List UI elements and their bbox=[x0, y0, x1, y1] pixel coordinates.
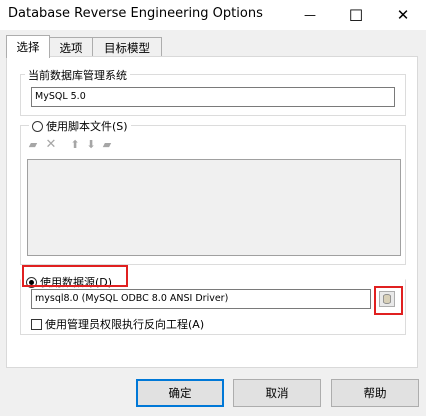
cancel-button[interactable]: 取消 bbox=[233, 379, 321, 407]
maximize-icon: ☐ bbox=[348, 5, 364, 25]
add-file-icon[interactable]: ▰ bbox=[27, 139, 39, 151]
datasource-field[interactable]: mysql8.0 (MySQL ODBC 8.0 ANSI Driver) bbox=[31, 289, 371, 309]
tab-page-selection: 当前数据库管理系统 MySQL 5.0 使用脚本文件(S) ▰ ✕ ⬆ ⬇ ▰ … bbox=[6, 56, 418, 368]
script-file-list[interactable] bbox=[27, 159, 401, 256]
datasource-label: 使用数据源(D) bbox=[40, 276, 113, 289]
script-file-radio[interactable] bbox=[32, 120, 43, 132]
tab-selection[interactable]: 选择 bbox=[6, 35, 50, 58]
help-button[interactable]: 帮助 bbox=[331, 379, 419, 407]
move-up-icon[interactable]: ⬆ bbox=[69, 139, 81, 151]
dbms-field[interactable]: MySQL 5.0 bbox=[31, 87, 395, 107]
ok-button[interactable]: 确定 bbox=[136, 379, 224, 407]
close-icon: ✕ bbox=[396, 6, 410, 24]
datasource-option[interactable]: 使用数据源(D) bbox=[23, 274, 116, 290]
script-file-group: 使用脚本文件(S) ▰ ✕ ⬆ ⬇ ▰ bbox=[20, 118, 406, 265]
minimize-icon: — bbox=[304, 8, 316, 22]
script-file-option[interactable]: 使用脚本文件(S) bbox=[29, 118, 131, 134]
database-icon bbox=[383, 294, 391, 304]
title-bar: Database Reverse Engineering Options — ☐… bbox=[0, 0, 426, 30]
datasource-radio[interactable] bbox=[26, 276, 37, 288]
window-title: Database Reverse Engineering Options bbox=[8, 6, 263, 21]
dbms-group-label: 当前数据库管理系统 bbox=[25, 67, 130, 83]
move-down-icon[interactable]: ⬇ bbox=[85, 139, 97, 151]
minimize-button[interactable]: — bbox=[287, 0, 333, 30]
tab-target-model[interactable]: 目标模型 bbox=[92, 37, 162, 57]
close-button[interactable]: ✕ bbox=[380, 0, 426, 30]
dbms-group: 当前数据库管理系统 MySQL 5.0 bbox=[20, 67, 406, 116]
maximize-button[interactable]: ☐ bbox=[333, 0, 379, 30]
tab-options[interactable]: 选项 bbox=[48, 37, 94, 57]
admin-checkbox[interactable] bbox=[31, 318, 42, 330]
browse-datasource-button[interactable] bbox=[379, 291, 395, 307]
delete-icon[interactable]: ✕ bbox=[45, 138, 57, 151]
admin-option[interactable]: 使用管理员权限执行反向工程(A) bbox=[31, 316, 204, 332]
admin-label: 使用管理员权限执行反向工程(A) bbox=[45, 318, 205, 331]
script-file-label: 使用脚本文件(S) bbox=[46, 120, 128, 133]
file-icon[interactable]: ▰ bbox=[101, 139, 113, 151]
